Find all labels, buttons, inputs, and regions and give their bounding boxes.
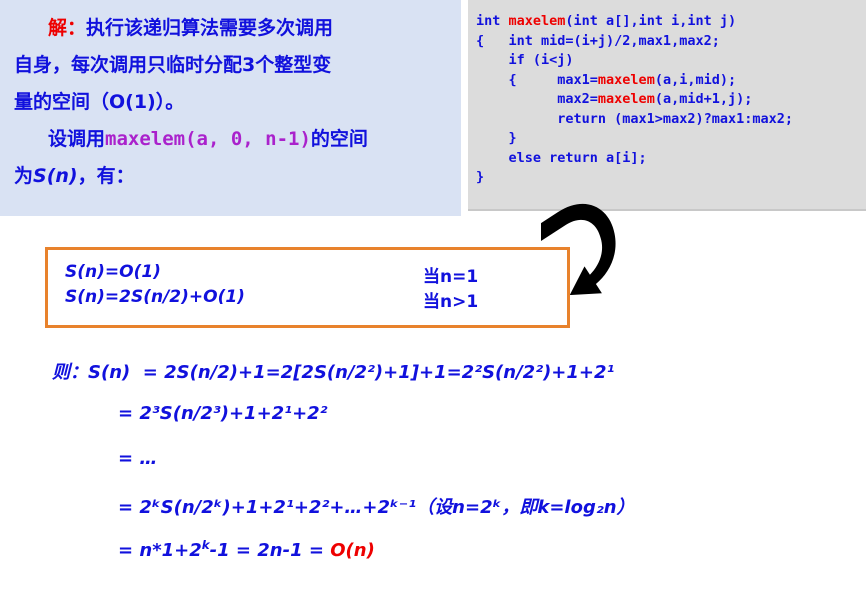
code-line: else return a[i]; [508, 149, 647, 166]
recurrence-row: S(n)=O(1) 当n=1 [48, 262, 567, 287]
code-line: max2=maxelem(a,mid+1,j); [476, 91, 753, 107]
derivation-line-5: = n*1+2k-1 = 2n-1 = O(n) [52, 538, 842, 583]
explanation-line-1-text: 执行该递归算法需要多次调用 [86, 17, 334, 39]
source-code-panel: int maxelem(int a[],int i,int j) { int m… [468, 0, 866, 211]
derivation-lead: 则：S(n) [52, 362, 131, 383]
derivation-line-4: = 2ᵏS(n/2ᵏ)+1+2¹+2²+…+2ᵏ⁻¹（设n=2ᵏ，即k=log₂… [52, 493, 842, 538]
derivation-line-2-text: = 2³S(n/2³)+1+2¹+2² [118, 403, 328, 424]
explanation-line-5: 为S(n)，有： [14, 158, 447, 195]
derivation-line-4-text: = 2ᵏS(n/2ᵏ)+1+2¹+2²+…+2ᵏ⁻¹（设n=2ᵏ，即k=log₂… [118, 497, 635, 518]
explanation-line-3: 量的空间（O(1)）。 [14, 91, 185, 113]
function-name-token: maxelem [597, 91, 655, 107]
derivation-line-3-text: = … [118, 448, 158, 469]
code-line: return (max1>max2)?max1:max2; [557, 110, 793, 127]
code-line: } [508, 130, 517, 146]
explanation-line-5-prefix: 为 [14, 165, 34, 187]
derivation-line-3: = … [52, 448, 842, 493]
recurrence-equation: S(n)=2S(n/2)+O(1) [65, 287, 245, 307]
explanation-line-4: 设调用maxelem(a, 0, n-1)的空间 [14, 121, 447, 158]
explanation-line-2: 自身，每次调用只临时分配3个整型变 [14, 54, 332, 76]
derivation-line-1-text: = 2S(n/2)+1=2[2S(n/2²)+1]+1=2²S(n/2²)+1+… [142, 362, 615, 383]
recurrence-equation: S(n)=O(1) [65, 262, 161, 282]
derivation-line-1: 则：S(n) = 2S(n/2)+1=2[2S(n/2²)+1]+1=2²S(n… [52, 358, 842, 403]
code-line: { max1=maxelem(a,i,mid); [476, 71, 737, 88]
explanation-panel: 解：执行该递归算法需要多次调用 自身，每次调用只临时分配3个整型变 量的空间（O… [0, 0, 461, 216]
derivation-line-5-text: = n*1+2k-1 = 2n-1 = [118, 538, 331, 561]
code-line: if (i<j) [508, 52, 574, 68]
code-line: int maxelem(int a[],int i,int j) [476, 13, 737, 29]
maxelem-call-reference: maxelem(a, 0, n-1) [105, 128, 311, 150]
derivation-line-2: = 2³S(n/2³)+1+2¹+2² [52, 403, 842, 448]
explanation-line-5-suffix: ，有： [77, 165, 135, 187]
recurrence-condition: 当n>1 [423, 292, 479, 312]
function-name-token: maxelem [597, 71, 655, 88]
explanation-line-4-prefix: 设调用 [48, 128, 106, 150]
recurrence-row: S(n)=2S(n/2)+O(1) 当n>1 [48, 287, 567, 312]
code-listing: int maxelem(int a[],int i,int j) { int m… [476, 12, 866, 188]
recurrence-box: S(n)=O(1) 当n=1 S(n)=2S(n/2)+O(1) 当n>1 [45, 247, 570, 328]
explanation-line-4-suffix: 的空间 [310, 128, 368, 150]
explanation-line-1: 解：执行该递归算法需要多次调用 [14, 10, 447, 47]
function-name-token: maxelem [508, 13, 566, 29]
code-line: } [476, 169, 485, 185]
code-line: { int mid=(i+j)/2,max1,max2; [476, 32, 720, 49]
recurrence-condition: 当n=1 [423, 267, 479, 287]
solution-label: 解： [48, 17, 87, 39]
space-function-symbol: S(n) [33, 165, 78, 187]
complexity-result: O(n) [330, 540, 375, 561]
derivation-block: 则：S(n) = 2S(n/2)+1=2[2S(n/2²)+1]+1=2²S(n… [52, 358, 842, 583]
